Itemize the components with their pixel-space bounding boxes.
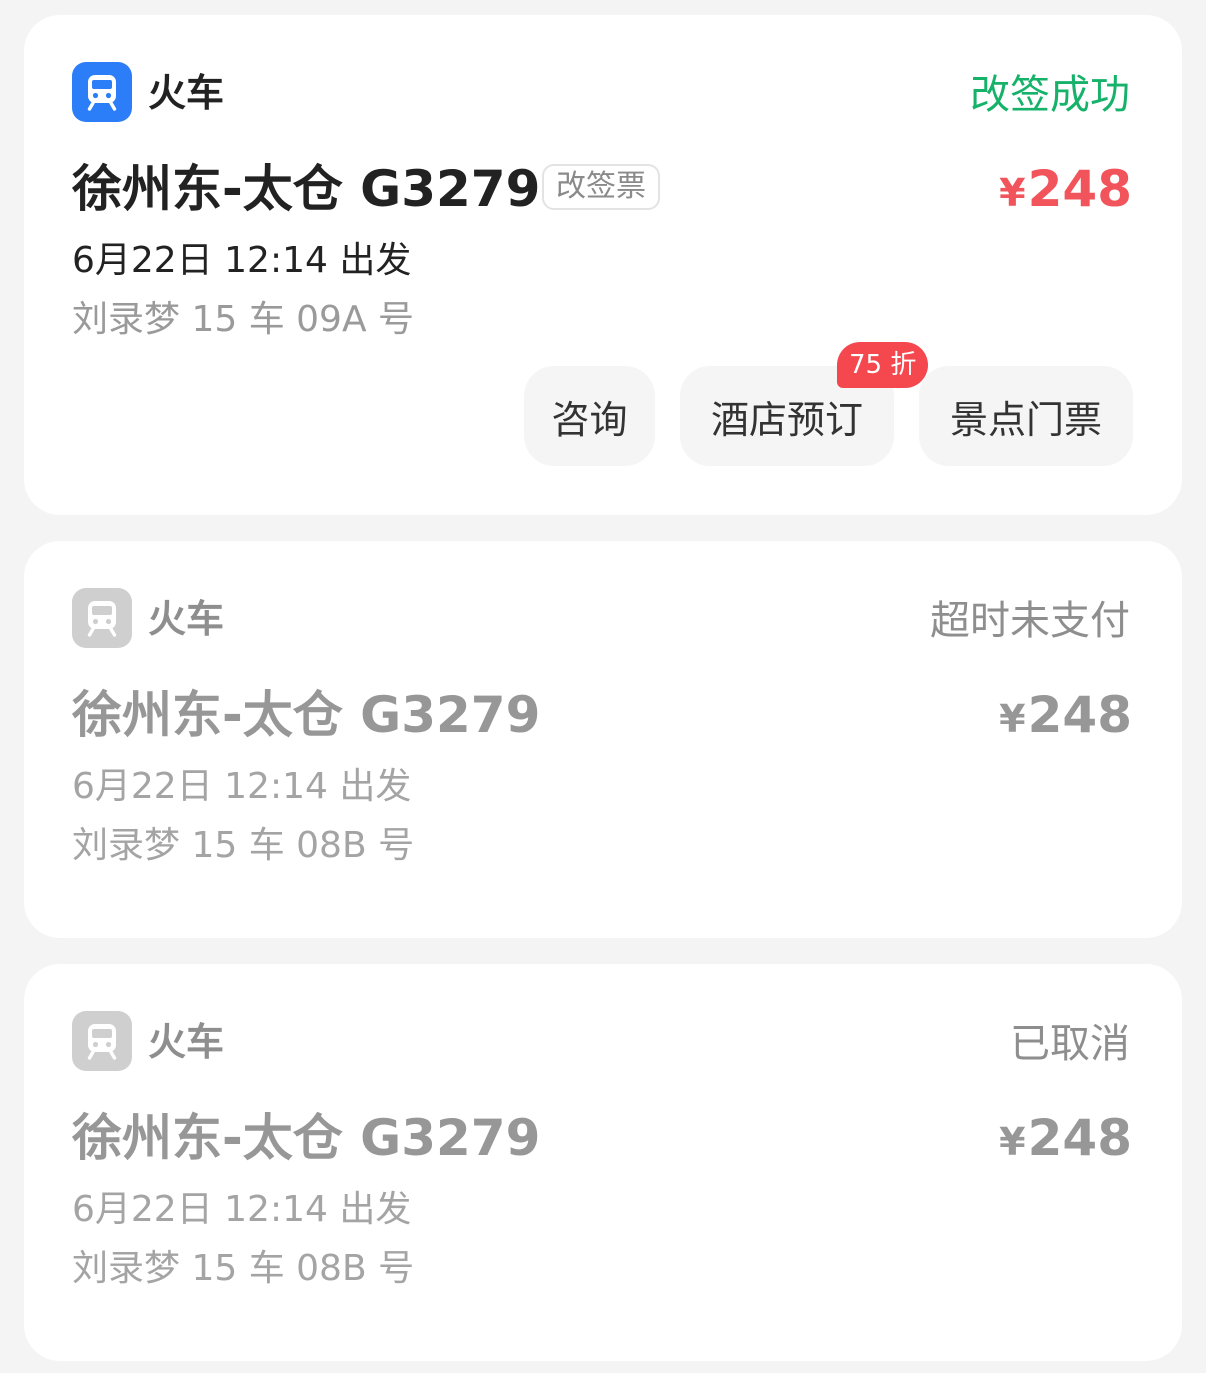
order-type-label: 火车 [148, 71, 225, 115]
currency-symbol: ¥ [999, 697, 1026, 741]
route-title: 徐州东-太仓 G3279 [72, 686, 541, 744]
train-icon [72, 1011, 132, 1071]
order-price: ¥248 [999, 682, 1132, 752]
consult-button[interactable]: 咨询 [524, 366, 655, 466]
train-icon [72, 588, 132, 648]
attraction-ticket-button[interactable]: 景点门票 [919, 366, 1133, 466]
route-title: 徐州东-太仓 G3279 [72, 1109, 541, 1167]
currency-symbol: ¥ [999, 1120, 1026, 1164]
order-card[interactable]: 火车 已取消 徐州东-太仓 G3279 ¥248 6月22日 12:14 出发 … [24, 964, 1182, 1361]
order-status: 已取消 [1010, 1021, 1130, 1067]
route-title: 徐州东-太仓 G3279 [72, 160, 541, 218]
order-card[interactable]: 火车 改签成功 徐州东-太仓 G3279 改签票 ¥248 6月22日 12:1… [24, 15, 1182, 515]
train-icon [72, 62, 132, 122]
order-status: 改签成功 [970, 72, 1130, 118]
order-type-label: 火车 [148, 597, 225, 641]
ticket-tag: 改签票 [542, 164, 660, 210]
order-type-label: 火车 [148, 1020, 225, 1064]
passenger-seat: 刘录梦 15 车 09A 号 [72, 299, 415, 340]
order-status: 超时未支付 [930, 598, 1130, 644]
order-price: ¥248 [999, 1105, 1132, 1175]
departure-time: 6月22日 12:14 出发 [72, 1189, 412, 1230]
order-card[interactable]: 火车 超时未支付 徐州东-太仓 G3279 ¥248 6月22日 12:14 出… [24, 541, 1182, 938]
departure-time: 6月22日 12:14 出发 [72, 766, 412, 807]
price-amount: 248 [1027, 1109, 1132, 1167]
price-amount: 248 [1027, 160, 1132, 218]
discount-badge: 75 折 [837, 342, 929, 388]
currency-symbol: ¥ [999, 171, 1026, 215]
order-price: ¥248 [999, 156, 1132, 226]
passenger-seat: 刘录梦 15 车 08B 号 [72, 825, 415, 866]
departure-time: 6月22日 12:14 出发 [72, 240, 412, 281]
price-amount: 248 [1027, 686, 1132, 744]
passenger-seat: 刘录梦 15 车 08B 号 [72, 1248, 415, 1289]
